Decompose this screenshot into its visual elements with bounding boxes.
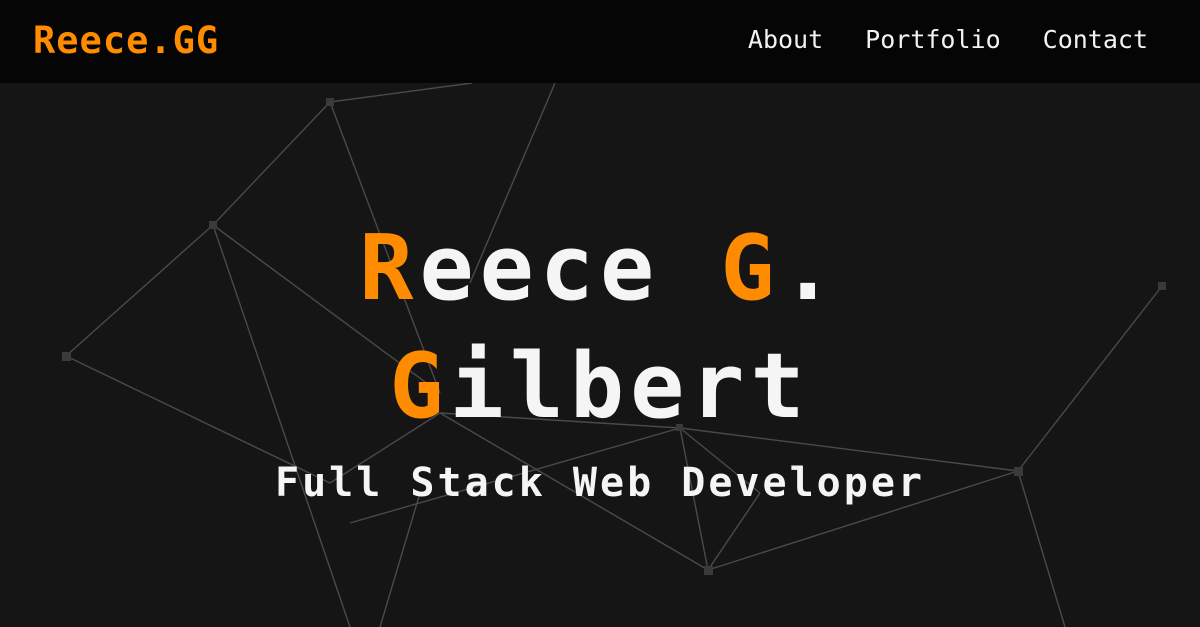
site-logo[interactable]: Reece.GG — [33, 19, 219, 62]
nav-menu: About Portfolio Contact — [748, 25, 1148, 54]
hero: Reece G. Gilbert Full Stack Web Develope… — [0, 210, 1200, 506]
hero-name-last: ilbert — [449, 334, 811, 439]
hero-tagline: Full Stack Web Developer — [275, 460, 925, 506]
navbar: Reece.GG About Portfolio Contact — [0, 0, 1200, 83]
nav-link-portfolio[interactable]: Portfolio — [865, 25, 1000, 54]
hero-name-dot: . — [780, 216, 841, 321]
nav-link-about[interactable]: About — [748, 25, 823, 54]
hero-initial-g2: G — [389, 334, 450, 439]
hero-initial-r: R — [359, 216, 420, 321]
hero-initial-g: G — [720, 216, 781, 321]
nav-link-contact[interactable]: Contact — [1043, 25, 1148, 54]
hero-name-first: eece — [419, 216, 721, 321]
hero-name-line-2: Gilbert — [0, 328, 1200, 446]
hero-name-line-1: Reece G. — [0, 210, 1200, 328]
